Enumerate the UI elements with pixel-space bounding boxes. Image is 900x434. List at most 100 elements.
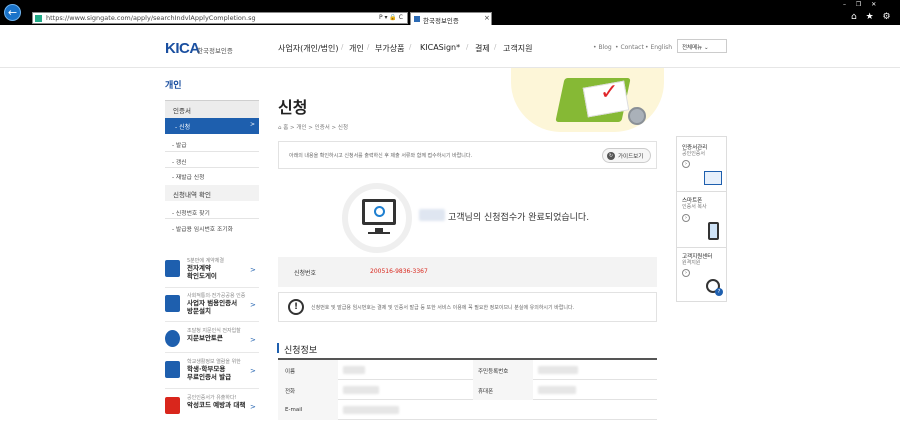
email-value-redacted bbox=[343, 406, 399, 414]
e-contract-icon bbox=[165, 260, 180, 277]
table-row: 전화 휴대폰 bbox=[278, 380, 657, 400]
resident-number-redacted bbox=[538, 366, 578, 374]
promo-caption: 공인인증서가 유출하다! bbox=[187, 395, 237, 401]
customer-name-redacted bbox=[419, 209, 445, 221]
sidebar-section-history[interactable]: 신청내역 확인 bbox=[165, 185, 259, 201]
quick-smartphone-sub: 인증서 복사 bbox=[682, 204, 707, 210]
sidebar-item-issue[interactable]: - 발급 bbox=[172, 140, 187, 149]
section-title: 신청정보 bbox=[284, 346, 318, 356]
promo-divider bbox=[165, 352, 259, 353]
util-english-link[interactable]: • English bbox=[645, 44, 672, 51]
all-menu-button[interactable]: 전체메뉴 ⌄ bbox=[677, 39, 727, 53]
quick-menu: 인증서관리 공인인증서 › 스마트폰 인증서 복사 › 고객지원센터 원격지원 … bbox=[676, 136, 727, 302]
page-title: 신청 bbox=[278, 98, 308, 117]
promo-e-contract[interactable]: 5분만에 계약체결 전자계약 확인도게이 > bbox=[165, 256, 259, 288]
phone-label: 전화 bbox=[285, 389, 296, 395]
promo-visit-install[interactable]: 사회적통의·전가공공용 인증 사업자 범용인증서 방문설치 > bbox=[165, 291, 259, 323]
lock-icon bbox=[628, 107, 646, 125]
promo-caption: 학교생활정보 열람을 위한 bbox=[187, 359, 241, 365]
promo-title: 학생·학부모용 무료인증서 발급 bbox=[187, 365, 232, 381]
sidebar-divider bbox=[165, 167, 259, 168]
guide-button[interactable]: ↻ 가이드보기 bbox=[602, 148, 651, 163]
promo-divider bbox=[165, 388, 259, 389]
graduation-cap-icon bbox=[165, 361, 180, 378]
promo-student-cert[interactable]: 학교생활정보 열람을 위한 학생·학부모용 무료인증서 발급 > bbox=[165, 357, 259, 389]
search-lock-refresh-icons[interactable]: P ▾ 🔒 C bbox=[379, 14, 403, 21]
quick-cert-manage-sub: 공인인증서 bbox=[682, 151, 706, 157]
header-divider bbox=[0, 67, 900, 68]
resident-number-label: 주민등록번호 bbox=[478, 369, 509, 375]
promo-divider bbox=[165, 287, 259, 288]
warning-box: ! 신청번호 및 발급용 임시번호는 결제 및 인증서 발급 등 또한 서비스 … bbox=[278, 292, 657, 322]
warning-text: 신청번호 및 발급용 임시번호는 결제 및 인증서 발급 등 또한 서비스 이용… bbox=[311, 305, 575, 311]
chevron-right-icon: > bbox=[250, 301, 256, 309]
promo-title: 지문보안토큰 bbox=[187, 334, 223, 342]
browser-tab[interactable]: 한국정보인증 × bbox=[410, 12, 492, 25]
sidebar-section-label: 신청내역 확인 bbox=[173, 191, 211, 199]
chevron-right-icon[interactable]: › bbox=[682, 214, 690, 222]
gnb-separator: / bbox=[367, 43, 370, 51]
logo-text: 한국정보인증 bbox=[197, 47, 233, 55]
section-marker bbox=[277, 343, 279, 353]
gnb-business[interactable]: 사업자(개인/법인) bbox=[278, 43, 338, 54]
checkmark-icon: ✓ bbox=[600, 80, 619, 105]
gnb-kicasign[interactable]: KICASign* bbox=[420, 43, 460, 52]
sidebar-title: 개인 bbox=[165, 81, 182, 91]
breadcrumb: ⌂ 홈 > 개인 > 인증서 > 신청 bbox=[278, 125, 349, 131]
help-badge-icon: ? bbox=[715, 288, 723, 296]
sidebar-item-find-number[interactable]: - 신청번호 찾기 bbox=[172, 208, 210, 217]
address-bar[interactable]: https://www.signgate.com/apply/searchInd… bbox=[32, 12, 408, 24]
util-blog-link[interactable]: • Blog bbox=[593, 44, 612, 51]
promo-caption: 5분만에 계약체결 bbox=[187, 258, 224, 264]
sidebar-section-certificate[interactable]: 인증서 bbox=[165, 100, 259, 118]
kica-logo[interactable]: KICA 한국정보인증 bbox=[165, 40, 233, 57]
fingerprint-icon bbox=[165, 330, 180, 347]
promo-caption: 사회적통의·전가공공용 인증 bbox=[187, 293, 246, 299]
table-row: 이름 주민등록번호 bbox=[278, 360, 657, 380]
application-number-box: 신청번호 200516-9836-3367 bbox=[278, 257, 657, 287]
chevron-right-icon[interactable]: › bbox=[682, 160, 690, 168]
mobile-value-redacted bbox=[538, 386, 576, 394]
gnb-personal[interactable]: 개인 bbox=[349, 43, 364, 54]
quick-support-sub: 원격지원 bbox=[682, 260, 701, 266]
sidebar-item-apply[interactable]: - 신청 > bbox=[165, 118, 259, 134]
window-controls-icon[interactable]: – ❐ ✕ bbox=[843, 1, 880, 8]
completion-message: 고객님의 신청접수가 완료되었습니다. bbox=[448, 213, 590, 223]
sidebar-item-reissue[interactable]: - 재발급 신청 bbox=[172, 172, 204, 181]
notice-text: 아래의 내용을 확인하시고 신청서를 출력하신 후 제출 서류와 함께 접수하시… bbox=[289, 153, 473, 159]
promo-title: 사업자 범용인증서 방문설치 bbox=[187, 299, 238, 315]
url-text: https://www.signgate.com/apply/searchInd… bbox=[46, 14, 256, 22]
application-number-label: 신청번호 bbox=[294, 270, 317, 277]
gnb-separator: / bbox=[341, 43, 344, 51]
notice-box: 아래의 내용을 확인하시고 신청서를 출력하신 후 제출 서류와 함께 접수하시… bbox=[278, 141, 657, 169]
logo-mark: KICA bbox=[165, 40, 200, 57]
email-label: E-mail bbox=[285, 407, 303, 413]
person-icon bbox=[165, 295, 180, 312]
promo-title: 전자계약 확인도게이 bbox=[187, 264, 217, 280]
table-row: E-mail bbox=[278, 400, 657, 420]
gnb-addons[interactable]: 부가상품 bbox=[375, 43, 404, 54]
promo-malware[interactable]: 공인인증서가 유출하다! 악성코드 예방과 대책 > bbox=[165, 393, 259, 425]
back-arrow-icon[interactable]: ← bbox=[4, 4, 21, 21]
util-contact-link[interactable]: • Contact bbox=[615, 44, 644, 51]
promo-fingerprint-token[interactable]: 조달청 지문인식 전자입찰 지문보안토큰 > bbox=[165, 326, 259, 358]
chevron-right-icon[interactable]: › bbox=[682, 269, 690, 277]
application-info-table: 이름 주민등록번호 전화 휴대폰 E-mail bbox=[278, 358, 657, 420]
promo-divider bbox=[165, 321, 259, 322]
gnb-separator: / bbox=[409, 43, 412, 51]
sidebar-item-reset-temp-number[interactable]: - 발급용 임시번호 조기화 bbox=[172, 224, 233, 233]
browser-toolbar: ← https://www.signgate.com/apply/searchI… bbox=[0, 0, 900, 25]
sidebar-item-renew[interactable]: - 갱신 bbox=[172, 157, 187, 166]
mobile-label: 휴대폰 bbox=[478, 389, 494, 395]
smartphone-icon bbox=[708, 222, 719, 240]
chevron-right-icon: > bbox=[250, 336, 256, 344]
home-favorites-settings-icon[interactable]: ⌂ ★ ⚙ bbox=[851, 12, 894, 22]
gnb-payment[interactable]: 결제 bbox=[475, 43, 490, 54]
site-icon bbox=[35, 15, 42, 22]
application-number-value: 200516-9836-3367 bbox=[370, 268, 428, 275]
gnb-support[interactable]: 고객지원 bbox=[503, 43, 532, 54]
exclamation-icon: ! bbox=[288, 299, 304, 315]
chevron-right-icon: > bbox=[250, 403, 256, 411]
close-tab-icon[interactable]: × bbox=[484, 14, 490, 22]
shield-icon bbox=[165, 397, 180, 414]
